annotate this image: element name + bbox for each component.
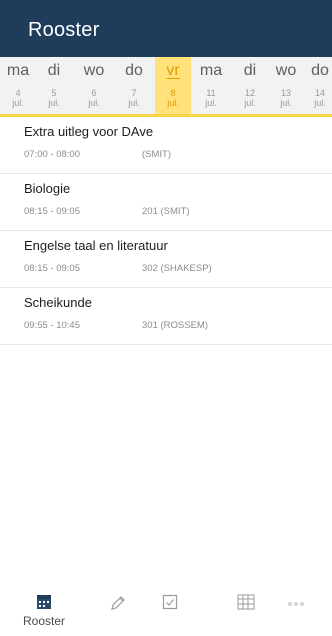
nav-label-rooster: Rooster bbox=[22, 614, 66, 628]
day-name: ma bbox=[6, 62, 30, 79]
nav-item-more[interactable] bbox=[266, 584, 326, 636]
checkbox-icon bbox=[162, 594, 178, 615]
day-name: do bbox=[311, 62, 329, 79]
date-strip[interactable]: ma 4 jul. di 5 jul. wo 6 jul. do 7 jul. … bbox=[0, 57, 332, 117]
lesson-time: 07:00 - 08:00 bbox=[24, 149, 80, 160]
day-month: jul. bbox=[280, 98, 292, 108]
day-month: jul. bbox=[12, 98, 24, 108]
day-number: 6 bbox=[91, 88, 97, 98]
lesson-subject: Scheikunde bbox=[24, 295, 92, 310]
app-header: Rooster bbox=[0, 0, 332, 57]
grid-icon bbox=[237, 594, 255, 615]
day-name: wo bbox=[83, 62, 105, 79]
pencil-icon bbox=[109, 594, 127, 617]
day-number: 4 bbox=[15, 88, 21, 98]
lesson-item[interactable]: Biologie 08:15 - 09:05 201 (SMIT) bbox=[0, 174, 332, 231]
lesson-room: 302 (SHAKESP) bbox=[142, 263, 212, 274]
nav-item-rooster[interactable]: Rooster bbox=[14, 584, 74, 636]
lesson-item[interactable]: Engelse taal en literatuur 08:15 - 09:05… bbox=[0, 231, 332, 288]
day-month: jul. bbox=[128, 98, 140, 108]
date-item-selected[interactable]: vr 8 jul. bbox=[155, 57, 191, 114]
lesson-item[interactable]: Extra uitleg voor DAve 07:00 - 08:00 (SM… bbox=[0, 117, 332, 174]
lesson-time: 08:15 - 09:05 bbox=[24, 206, 80, 217]
day-month: jul. bbox=[205, 98, 217, 108]
day-name: vr bbox=[166, 62, 180, 79]
lesson-subject: Engelse taal en literatuur bbox=[24, 238, 168, 253]
day-name: di bbox=[47, 62, 61, 79]
day-name: do bbox=[125, 62, 143, 79]
day-name: wo bbox=[275, 62, 297, 79]
more-icon bbox=[287, 594, 305, 612]
day-month: jul. bbox=[244, 98, 256, 108]
day-number: 13 bbox=[280, 88, 291, 98]
lesson-time: 08:15 - 09:05 bbox=[24, 263, 80, 274]
nav-item-huiswerk[interactable] bbox=[88, 584, 148, 636]
lesson-time: 09:55 - 10:45 bbox=[24, 320, 80, 331]
date-item[interactable]: do 7 jul. bbox=[116, 57, 152, 114]
date-item[interactable]: ma 4 jul. bbox=[0, 57, 36, 114]
nav-item-taken[interactable] bbox=[140, 584, 200, 636]
lesson-room: (SMIT) bbox=[142, 149, 172, 160]
day-month: jul. bbox=[314, 98, 326, 108]
day-number: 14 bbox=[314, 88, 325, 98]
lesson-subject: Extra uitleg voor DAve bbox=[24, 124, 154, 139]
calendar-icon bbox=[36, 594, 52, 615]
day-month: jul. bbox=[167, 98, 179, 108]
day-name: ma bbox=[199, 62, 223, 79]
date-item[interactable]: wo 13 jul. bbox=[268, 57, 304, 114]
day-number: 8 bbox=[170, 88, 176, 98]
lesson-subject: Biologie bbox=[24, 181, 71, 196]
bottom-navigation: Rooster bbox=[0, 584, 332, 636]
lesson-room: 201 (SMIT) bbox=[142, 206, 190, 217]
day-name: di bbox=[243, 62, 257, 79]
lesson-room: 301 (ROSSEM) bbox=[142, 320, 208, 331]
date-item[interactable]: di 12 jul. bbox=[232, 57, 268, 114]
date-item[interactable]: wo 6 jul. bbox=[76, 57, 112, 114]
day-number: 12 bbox=[244, 88, 255, 98]
date-item[interactable]: ma 11 jul. bbox=[193, 57, 229, 114]
date-item[interactable]: di 5 jul. bbox=[36, 57, 72, 114]
day-month: jul. bbox=[88, 98, 100, 108]
day-number: 7 bbox=[131, 88, 137, 98]
day-number: 5 bbox=[51, 88, 57, 98]
lesson-item[interactable]: Scheikunde 09:55 - 10:45 301 (ROSSEM) bbox=[0, 288, 332, 345]
app-screen: Rooster ma 4 jul. di 5 jul. wo 6 jul. do… bbox=[0, 0, 332, 636]
date-item[interactable]: do 14 jul. bbox=[302, 57, 332, 114]
lesson-list: Extra uitleg voor DAve 07:00 - 08:00 (SM… bbox=[0, 117, 332, 345]
day-number: 11 bbox=[206, 88, 216, 98]
page-title: Rooster bbox=[28, 19, 100, 41]
day-month: jul. bbox=[48, 98, 60, 108]
